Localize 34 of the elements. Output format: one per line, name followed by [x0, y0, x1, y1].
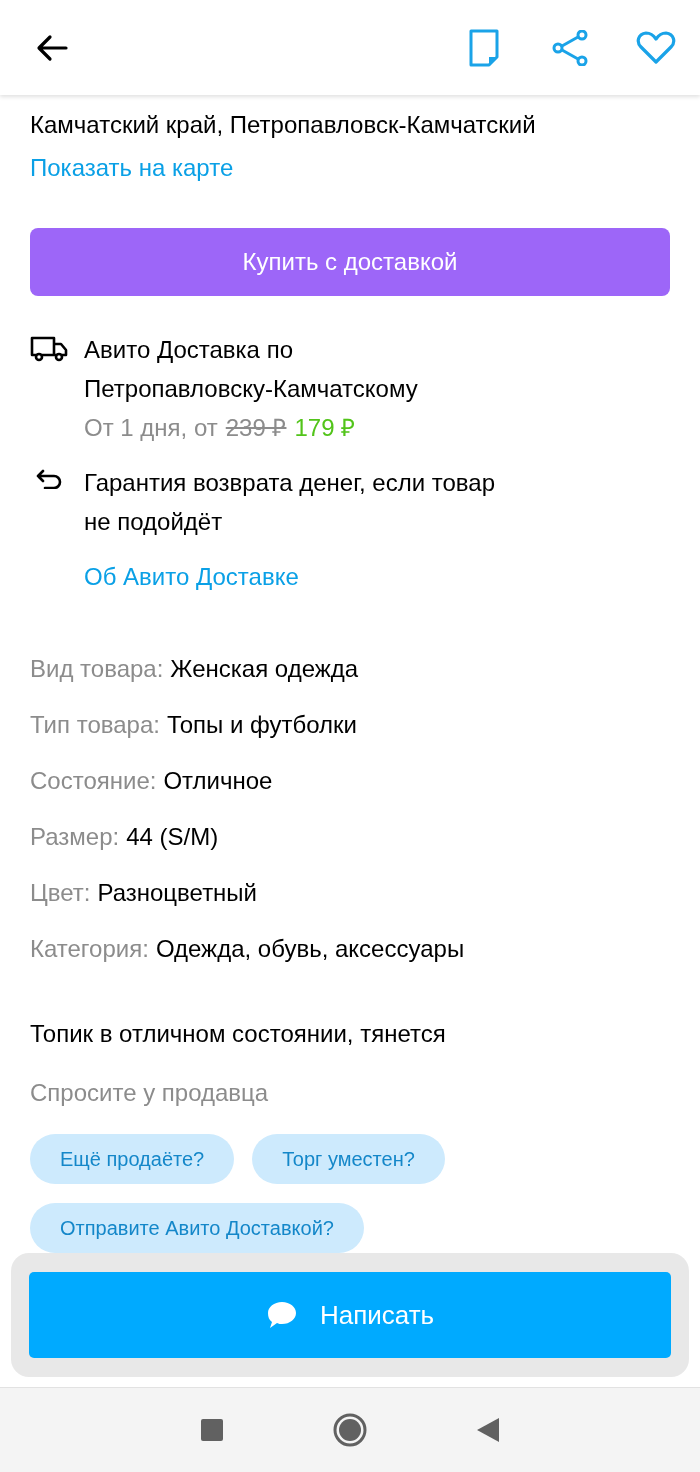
delivery-title: Авито Доставка по Петропавловску-Камчатскому [84, 335, 418, 404]
recent-apps-icon[interactable] [201, 1419, 223, 1441]
back-triangle-icon[interactable] [477, 1418, 499, 1442]
param-value: Отличное [163, 766, 273, 796]
buy-with-delivery-button[interactable]: Купить с доставкой [30, 228, 670, 296]
param-value: Женская одежда [170, 654, 359, 684]
chat-bubble-icon [265, 1300, 298, 1330]
param-label: Вид товара: [30, 654, 164, 684]
share-button[interactable] [550, 27, 590, 68]
param-value: Топы и футболки [166, 710, 357, 740]
truck-icon [30, 336, 68, 362]
write-button[interactable]: Написать [29, 1272, 671, 1358]
address: Камчатский край, Петропавловск-Камчатский [30, 110, 537, 140]
about-delivery-link[interactable]: Об Авито Доставке [84, 561, 299, 593]
delivery-price: 179 ₽ [294, 413, 356, 443]
question-chip[interactable]: Торг уместен? [252, 1134, 445, 1184]
money-back-guarantee: Гарантия возврата денег, если товар не подойдёт [84, 468, 495, 537]
question-chip[interactable]: Ещё продаёте? [30, 1134, 235, 1184]
param-value: Разноцветный [97, 878, 258, 908]
param-label: Цвет: [30, 878, 91, 908]
param-label: Состояние: [30, 766, 157, 796]
description: Топик в отличном состоянии, тянется [30, 1019, 447, 1049]
old-price: 239 ₽ [225, 413, 287, 443]
map-link[interactable]: Показать на карте [30, 152, 234, 184]
home-icon[interactable] [333, 1413, 367, 1447]
param-label: Тип товара: [30, 710, 160, 740]
delivery-terms: От 1 дня, от [84, 413, 218, 443]
param-label: Размер: [30, 822, 120, 852]
param-value: Одежда, обувь, аксессуары [155, 934, 465, 964]
ask-seller-heading: Спросите у продавца [30, 1078, 270, 1108]
return-arrow-icon [35, 469, 63, 489]
question-chip[interactable]: Отправите Авито Доставкой? [30, 1203, 364, 1253]
param-label: Категория: [30, 934, 149, 964]
param-value: 44 (S/M) [126, 822, 219, 852]
